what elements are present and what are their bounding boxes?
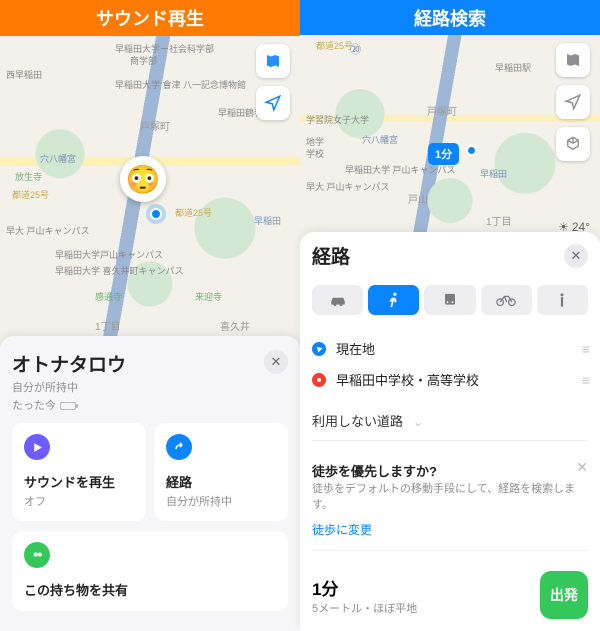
close-button[interactable]: ✕ [564,244,588,268]
mode-car[interactable] [312,285,363,315]
map-label: 戸山 [408,191,428,206]
map-label: 喜久井 [220,318,250,333]
origin-row[interactable]: 現在地 ≡ [312,333,588,364]
reorder-grip[interactable]: ≡ [582,372,588,388]
device-title: オトナタロウ [12,350,126,377]
map-label: 来迎寺 [195,290,222,303]
reorder-grip[interactable]: ≡ [582,341,588,357]
right-sheet: 経路 ✕ 現在地 ≡ 早稲田中学校・高等学校 ≡ 利用しない道路 ⌄ [300,232,600,631]
prompt-link[interactable]: 徒歩に変更 [312,521,588,538]
map-label: 放生寺 [15,170,42,183]
walk-prompt: ✕ 徒歩を優先しますか? 徒歩をデフォルトの移動手段にして、経路を検索します。 … [312,449,588,551]
route-sub: 自分が所持中 [166,493,276,509]
map-label: ⑳ [350,41,361,57]
map-label: 早稲田駅 [495,61,531,74]
go-button[interactable]: 出発 [540,571,588,619]
device-pin[interactable]: 😳 [120,156,166,202]
map-label: 都道25号 [12,188,49,201]
destination-row[interactable]: 早稲田中学校・高等学校 ≡ [312,364,588,395]
map-label: 1丁目 [95,318,121,333]
avoid-roads-row[interactable]: 利用しない道路 ⌄ [312,403,588,441]
chevron-down-icon: ⌄ [413,414,424,429]
locate-button[interactable] [556,85,590,119]
mode-segmented [312,285,588,315]
route-icon [166,434,192,460]
route-title: 経路 [312,242,350,269]
map-label: 戸塚町 [427,103,457,118]
map-label: 1丁目 [486,213,512,228]
share-label: この持ち物を共有 [24,580,276,599]
play-icon [24,434,50,460]
locate-button[interactable] [256,86,290,120]
eta-chip: 1分 [428,143,459,165]
play-sound-label: サウンドを再生 [24,472,134,491]
map-label: 学校 [306,147,324,160]
device-time: たった今 [12,397,126,413]
play-sound-sub: オフ [24,493,134,509]
close-button[interactable]: ✕ [264,350,288,374]
mode-other[interactable] [537,285,588,315]
map-label: 都道25号 [175,206,212,219]
route-distance: 5メートル・ほぼ平地 [312,600,417,616]
origin-icon [312,342,326,356]
route-label: 経路 [166,472,276,491]
prompt-body: 徒歩をデフォルトの移動手段にして、経路を検索します。 [312,482,588,513]
right-header: 経路検索 [300,0,600,35]
device-owner: 自分が所持中 [12,379,126,395]
map-label: 早大 戸山キャンパス [6,224,90,237]
left-header: サウンド再生 [0,0,300,36]
current-location-dot [150,208,162,220]
left-sheet: オトナタロウ 自分が所持中 たった今 ✕ サウンドを再生 オフ 経路 自分が所持… [0,336,300,631]
map-label: 戸塚町 [140,118,170,133]
map-label: 早稲田大学戸山キャンパス [55,248,163,261]
map-label: 早稲田大学 會津 八一記念博物館 [115,78,246,91]
left-map[interactable]: 早稲田大学ー社会科学部 商学部 西早稲田 早稲田大学 會津 八一記念博物館 戸塚… [0,36,300,346]
origin-text: 現在地 [336,339,572,358]
right-map[interactable]: 都道25号 ⑳ 学習院女子大学 早稲田駅 戸塚町 地学 学校 穴八幡宮 早稲田大… [300,35,600,242]
play-sound-card[interactable]: サウンドを再生 オフ [12,423,146,521]
route-eta: 1分 [312,575,417,600]
route-card[interactable]: 経路 自分が所持中 [154,423,288,521]
map-label: 早稲田 [480,167,507,180]
dismiss-prompt[interactable]: ✕ [576,459,588,476]
share-card[interactable]: この持ち物を共有 [12,531,288,611]
map-label: 穴八幡宮 [40,152,76,165]
map-label: 穴八幡宮 [362,133,398,146]
map-label: 早稲田 [254,214,281,227]
mode-walk[interactable] [368,285,419,315]
map-label: 学習院女子大学 [306,113,369,126]
map-label: 早稲田大学 戸山キャンパス [345,163,456,176]
destination-text: 早稲田中学校・高等学校 [336,370,572,389]
map-label: 都道25号 [316,39,353,52]
map-label: 感通寺 [95,290,122,303]
map-label: 商学部 [130,54,157,67]
prompt-title: 徒歩を優先しますか? [312,461,588,480]
destination-dot [466,145,477,156]
map-label: 早大 戸山キャンパス [306,180,390,193]
map-label: 早稲田大学 喜久井町キャンパス [55,264,184,277]
destination-icon [312,373,326,387]
mode-transit[interactable] [424,285,475,315]
battery-icon [60,402,76,410]
map-label: 西早稲田 [6,68,42,81]
mode-bike[interactable] [481,285,532,315]
map-mode-button[interactable] [256,44,290,78]
share-icon [24,542,50,568]
map-mode-button[interactable] [556,43,590,77]
3d-button[interactable] [556,127,590,161]
